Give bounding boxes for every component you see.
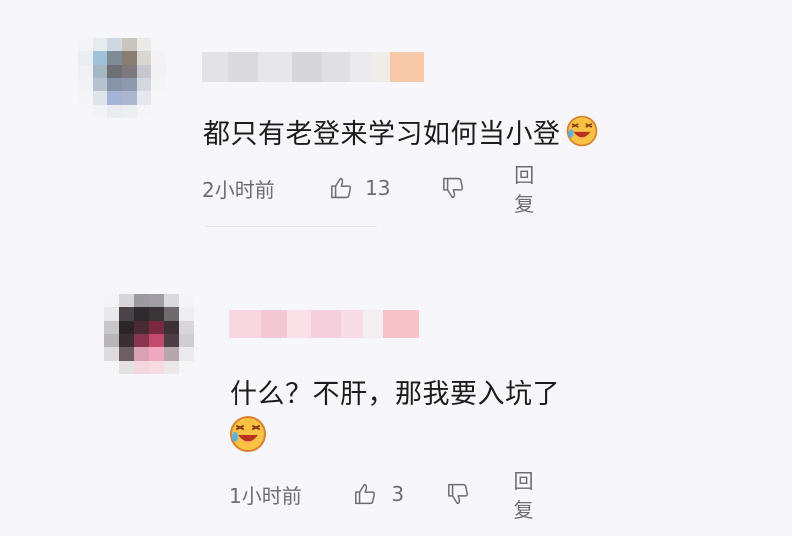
avatar[interactable] bbox=[78, 38, 166, 118]
divider bbox=[205, 226, 377, 227]
comment-text: 都只有老登来学习如何当小登 bbox=[203, 112, 599, 151]
comment-list: 都只有老登来学习如何当小登 2小时前 13 回复 什么？不肝，那我要入坑了 1小… bbox=[0, 0, 792, 536]
laughing-emoji-icon bbox=[566, 115, 597, 147]
comment-meta: 1小时前 3 回复 bbox=[229, 469, 551, 522]
laughing-emoji-icon bbox=[230, 416, 266, 452]
thumbs-up-icon[interactable] bbox=[329, 175, 354, 201]
reply-button[interactable]: 回复 bbox=[513, 465, 551, 523]
comment-text-content: 什么？不肝，那我要入坑了 bbox=[230, 379, 560, 410]
avatar[interactable] bbox=[104, 294, 194, 374]
username-blurred[interactable] bbox=[202, 52, 424, 82]
comment-meta: 2小时前 13 回复 bbox=[202, 163, 552, 216]
comment-text-content: 都只有老登来学习如何当小登 bbox=[203, 119, 561, 150]
comment-text: 什么？不肝，那我要入坑了 bbox=[230, 372, 560, 411]
like-count: 3 bbox=[391, 482, 405, 506]
thumbs-down-icon[interactable] bbox=[441, 175, 466, 201]
comment-time: 2小时前 bbox=[202, 177, 275, 202]
like-count: 13 bbox=[365, 176, 391, 200]
thumbs-down-icon[interactable] bbox=[446, 481, 470, 507]
thumbs-up-icon[interactable] bbox=[353, 481, 377, 507]
reply-button[interactable]: 回复 bbox=[514, 159, 552, 217]
comment-time: 1小时前 bbox=[229, 483, 302, 508]
username-blurred[interactable] bbox=[229, 310, 419, 338]
